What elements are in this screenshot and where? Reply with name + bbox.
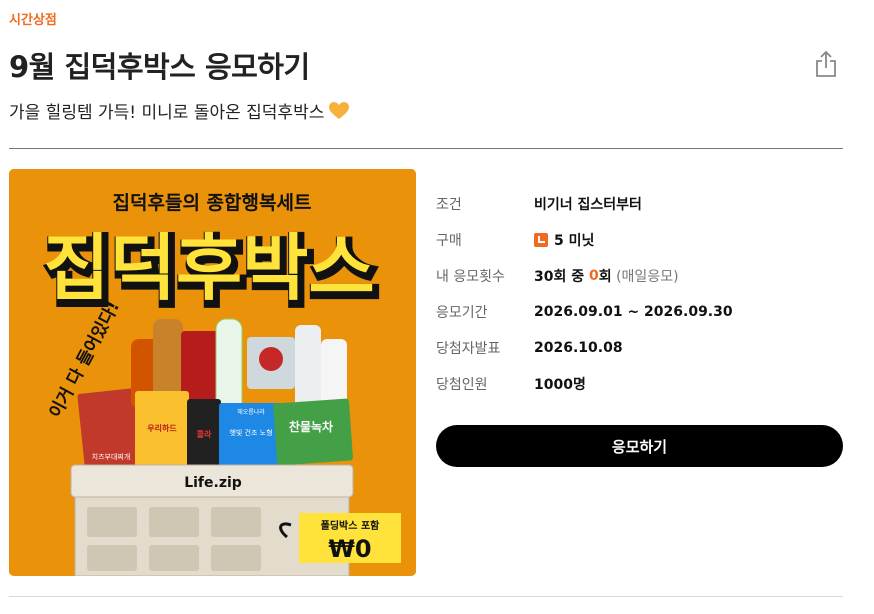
footer-divider: [9, 596, 843, 597]
apply-button[interactable]: 응모하기: [436, 425, 843, 467]
box-panel: [149, 545, 199, 571]
info-value: 1000명: [534, 377, 586, 393]
promo-brand-title: 집덕후박스 집덕후박스: [42, 226, 381, 318]
blue-pack-title: 해오름나라: [237, 408, 265, 416]
promo-headline: 집덕후들의 종합행복세트: [113, 192, 312, 214]
info-value: 30회 중 0 회 (매일응모): [534, 266, 679, 286]
box-panel: [211, 545, 261, 571]
page-subtitle: 가을 힐링템 가득! 미니로 돌아온 집덕후박스: [9, 98, 350, 123]
price-text: 5 미닛: [554, 233, 595, 249]
info-row-condition: 조건 비기너 집스터부터: [436, 186, 843, 222]
box-panel: [87, 507, 137, 537]
green-tea-box-label: 찬물녹차: [289, 419, 333, 434]
promo-illustration: 집덕후들의 종합행복세트 집덕후박스 집덕후박스 이거 다 들어있다! 치즈부대…: [9, 169, 416, 576]
salad-logo: [259, 347, 283, 371]
snack-pack-label: 우리하드: [147, 423, 177, 433]
info-value: 2026.09.01 ~ 2026.09.30: [534, 304, 733, 320]
info-value: 비기너 집스터부터: [534, 197, 642, 213]
orange-heart-icon: [329, 101, 350, 119]
info-row-winners: 당첨인원 1000명: [436, 366, 843, 402]
tube-product: [295, 325, 321, 413]
promo-brand-title-text: 집덕후박스: [43, 226, 374, 310]
box-panel: [87, 545, 137, 571]
info-row-purchase: 구매 5 미닛: [436, 222, 843, 258]
info-label: 당첨자발표: [436, 341, 501, 357]
info-row-period: 응모기간 2026.09.01 ~ 2026.09.30: [436, 294, 843, 330]
box-label: Life.zip: [184, 475, 242, 491]
share-button[interactable]: [814, 50, 838, 78]
info-row-entries: 내 응모횟수 30회 중 0 회 (매일응모): [436, 258, 843, 294]
event-info: 조건 비기너 집스터부터 구매 5 미닛 내 응모횟수 30회 중 0 회 (매…: [436, 186, 843, 402]
minute-icon: [534, 233, 548, 247]
share-icon: [816, 50, 836, 77]
box-panel: [211, 507, 261, 537]
info-label: 당첨인원: [436, 377, 488, 393]
page-title: 9월 집덕후박스 응모하기: [9, 50, 310, 84]
info-label: 구매: [436, 233, 462, 249]
info-value: 5 미닛: [534, 230, 594, 250]
subtitle-text: 가을 힐링템 가득! 미니로 돌아온 집덕후박스: [9, 103, 325, 123]
info-label: 조건: [436, 197, 462, 213]
soup-product-label: 치즈부대찌개: [92, 452, 131, 461]
cola-pack-label: 콜라: [197, 429, 212, 439]
info-label: 내 응모횟수: [436, 269, 505, 285]
entries-note: (매일응모): [611, 269, 679, 285]
blue-pack-label: 햇빛 건조 노형: [229, 428, 272, 437]
entries-total: 30회 중: [534, 269, 589, 285]
box-panel: [149, 507, 199, 537]
entries-count: 0: [589, 268, 599, 284]
header-divider: [9, 148, 843, 149]
product-image[interactable]: 집덕후들의 종합행복세트 집덕후박스 집덕후박스 이거 다 들어있다! 치즈부대…: [9, 169, 416, 576]
info-value: 2026.10.08: [534, 340, 623, 356]
info-row-announcement: 당첨자발표 2026.10.08: [436, 330, 843, 366]
badge-text: 폴딩박스 포함: [321, 519, 380, 532]
entries-unit: 회: [598, 269, 612, 285]
badge-price: ₩0: [328, 535, 371, 563]
category-label: 시간상점: [9, 13, 57, 28]
info-label: 응모기간: [436, 305, 488, 321]
